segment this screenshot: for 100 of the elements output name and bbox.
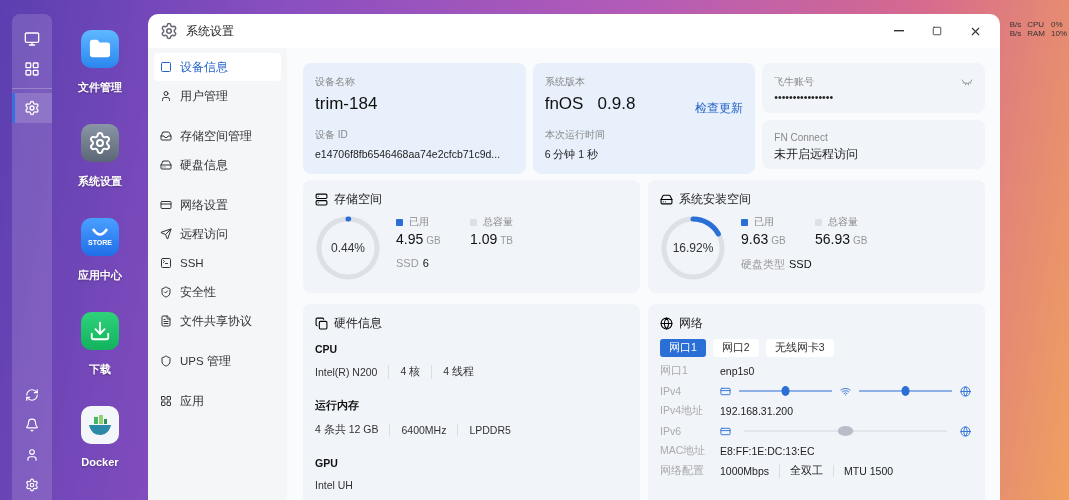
menu-item-icon [160,90,172,102]
metric-value: 0% [1051,20,1064,29]
unit-label: GB [426,235,441,246]
device-name: trim-184 [315,94,379,114]
field-value: E8:FF:1E:DC:13:EC [720,445,816,457]
sidebar-item[interactable]: 应用 [154,387,281,415]
menu-item-icon [160,130,172,142]
sidebar-item[interactable]: 设备信息 [154,53,281,81]
unit-label: B/s [1009,29,1022,38]
disk-label: 硬盘类型 [741,257,785,272]
legend-label: 已用 [409,215,429,229]
network-tab[interactable]: 网口2 [712,339,759,357]
field-label: 设备名称 [315,75,356,89]
grid-icon [24,61,40,77]
settings-icon [24,100,40,116]
sidebar-item[interactable]: 网络设置 [154,191,281,219]
legend-label: 总容量 [483,215,513,229]
section-title: GPU [315,457,339,469]
user-icon[interactable] [25,448,39,462]
sidebar-item[interactable]: SSH [154,249,281,277]
network-tab[interactable]: 无线网卡3 [765,339,834,357]
sidebar-item[interactable]: 存储空间管理 [154,122,281,150]
check-update-link[interactable]: 检查更新 [695,101,744,116]
field-value: 全双工 [779,464,834,478]
bag-handle-icon [91,228,109,237]
used-value: 9.63 [741,231,769,247]
sidebar-item[interactable]: 硬盘信息 [154,151,281,179]
sidebar-item[interactable]: 安全性 [154,278,281,306]
section-title: 运行内存 [315,399,360,413]
os-version: fnOS 0.9.8 [544,94,636,114]
card-title: 系统安装空间 [679,192,751,207]
field-label: FN Connect [774,132,829,143]
connect-status: 未开启远程访问 [774,147,860,162]
app-label: Docker [81,456,119,468]
total-value: 1.09 [470,231,498,247]
nic-icon [720,425,731,437]
menu-item-icon [160,159,172,171]
metric-label: RAM [1027,29,1045,38]
menu-item-icon [160,286,172,298]
disk-value: 6 [422,257,429,269]
menu-item-icon [160,355,172,367]
card-title: 存储空间 [334,192,382,207]
sync-icon[interactable] [25,388,39,402]
app-tile[interactable] [81,30,119,68]
monitor-icon [24,31,40,47]
field-label: 网络配置 [660,464,705,478]
unit-label: GB [771,235,786,246]
unit-label: B/s [1009,20,1022,29]
folder-icon [89,38,111,60]
spec-value: Intel UH [315,479,354,491]
menu-item-icon [160,228,172,240]
globe-icon [960,425,971,437]
settings-icon[interactable] [25,478,39,492]
settings-icon [88,131,112,155]
spec-value: 4 条共 12 GB [315,423,380,437]
spec-value: LPDDR5 [457,424,522,436]
device-id: e14706f8fb6546468aa74e2cfcb71c9d... [315,148,502,160]
globe-icon [660,317,673,330]
field-label: 系统版本 [544,75,586,89]
usage-percent: 0.44% [330,240,366,257]
drive-icon [660,193,673,206]
sidebar-item[interactable]: 远程访问 [154,220,281,248]
field-label: 网口1 [660,364,689,378]
menu-item-icon [160,61,172,73]
menu-item-icon [160,199,172,211]
sidebar-item[interactable]: 文件共享协议 [154,307,281,335]
masked-account: •••••••••••••••• [774,91,835,103]
field-label: IPv4 [660,385,682,397]
used-value: 4.95 [396,231,424,247]
maximize-icon [932,26,942,36]
dock-item[interactable] [12,93,52,123]
download-icon [89,320,111,342]
unit-label: GB [853,235,868,246]
settings-icon [160,22,178,40]
globe-icon [960,385,971,397]
spec-value: Intel(R) N200 [315,366,379,378]
bell-icon[interactable] [25,418,39,432]
app-label: 文件管理 [78,80,122,95]
card-title: 网络 [679,316,703,331]
minimize-icon [894,30,904,32]
network-tab[interactable]: 网口1 [660,339,706,357]
field-label: 飞牛账号 [774,75,815,89]
menu-item-icon [160,395,172,407]
app-tile[interactable] [81,124,119,162]
spec-value: 6400MHz [389,424,458,436]
unit-label: TB [500,235,514,246]
app-tile[interactable] [81,406,119,444]
field-value: enp1s0 [720,365,756,377]
legend-swatch [396,218,403,226]
app-tile[interactable] [81,312,119,350]
field-value: 192.168.31.200 [720,405,794,417]
sidebar-item[interactable]: 用户管理 [154,82,281,110]
field-label: IPv4地址 [660,404,704,418]
legend-swatch [741,218,748,226]
whale-drawing [87,413,113,437]
sidebar-item[interactable]: UPS 管理 [154,347,281,375]
disk-value: SSD [789,258,812,270]
app-label: 应用中心 [78,268,122,283]
uptime-value: 6 分钟 1 秒 [544,148,600,162]
app-label: 下载 [89,362,111,377]
